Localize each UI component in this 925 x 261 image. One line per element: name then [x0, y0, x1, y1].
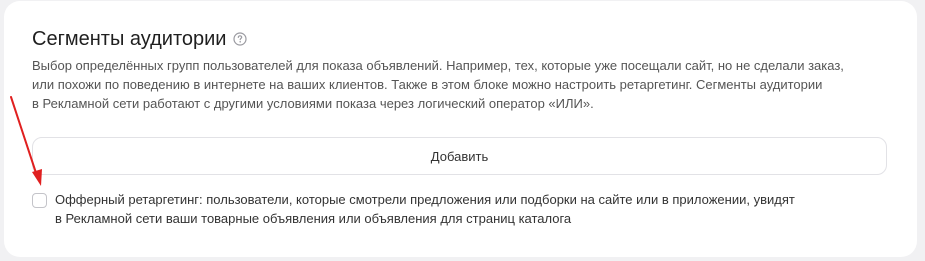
offer-retargeting-label-line: в Рекламной сети ваши товарные объявлени… — [55, 211, 572, 226]
add-segment-button[interactable]: Добавить — [32, 137, 887, 175]
offer-retargeting-checkbox[interactable] — [32, 193, 47, 208]
offer-retargeting-label[interactable]: Офферный ретаргетинг: пользователи, кото… — [55, 190, 795, 228]
offer-retargeting-option[interactable]: Офферный ретаргетинг: пользователи, кото… — [32, 190, 892, 228]
description-line: в Рекламной сети работают с другими усло… — [32, 96, 594, 111]
audience-segments-card: Сегменты аудитории Выбор определённых гр… — [4, 1, 917, 257]
description-line: Выбор определённых групп пользователей д… — [32, 58, 844, 73]
offer-retargeting-label-line: Офферный ретаргетинг: пользователи, кото… — [55, 192, 795, 207]
section-title: Сегменты аудитории — [32, 28, 227, 50]
description-line: или похожи по поведению в интернете на в… — [32, 77, 823, 92]
section-header: Сегменты аудитории — [32, 26, 248, 52]
section-description: Выбор определённых групп пользователей д… — [32, 56, 882, 113]
question-circle-icon[interactable] — [233, 32, 248, 46]
